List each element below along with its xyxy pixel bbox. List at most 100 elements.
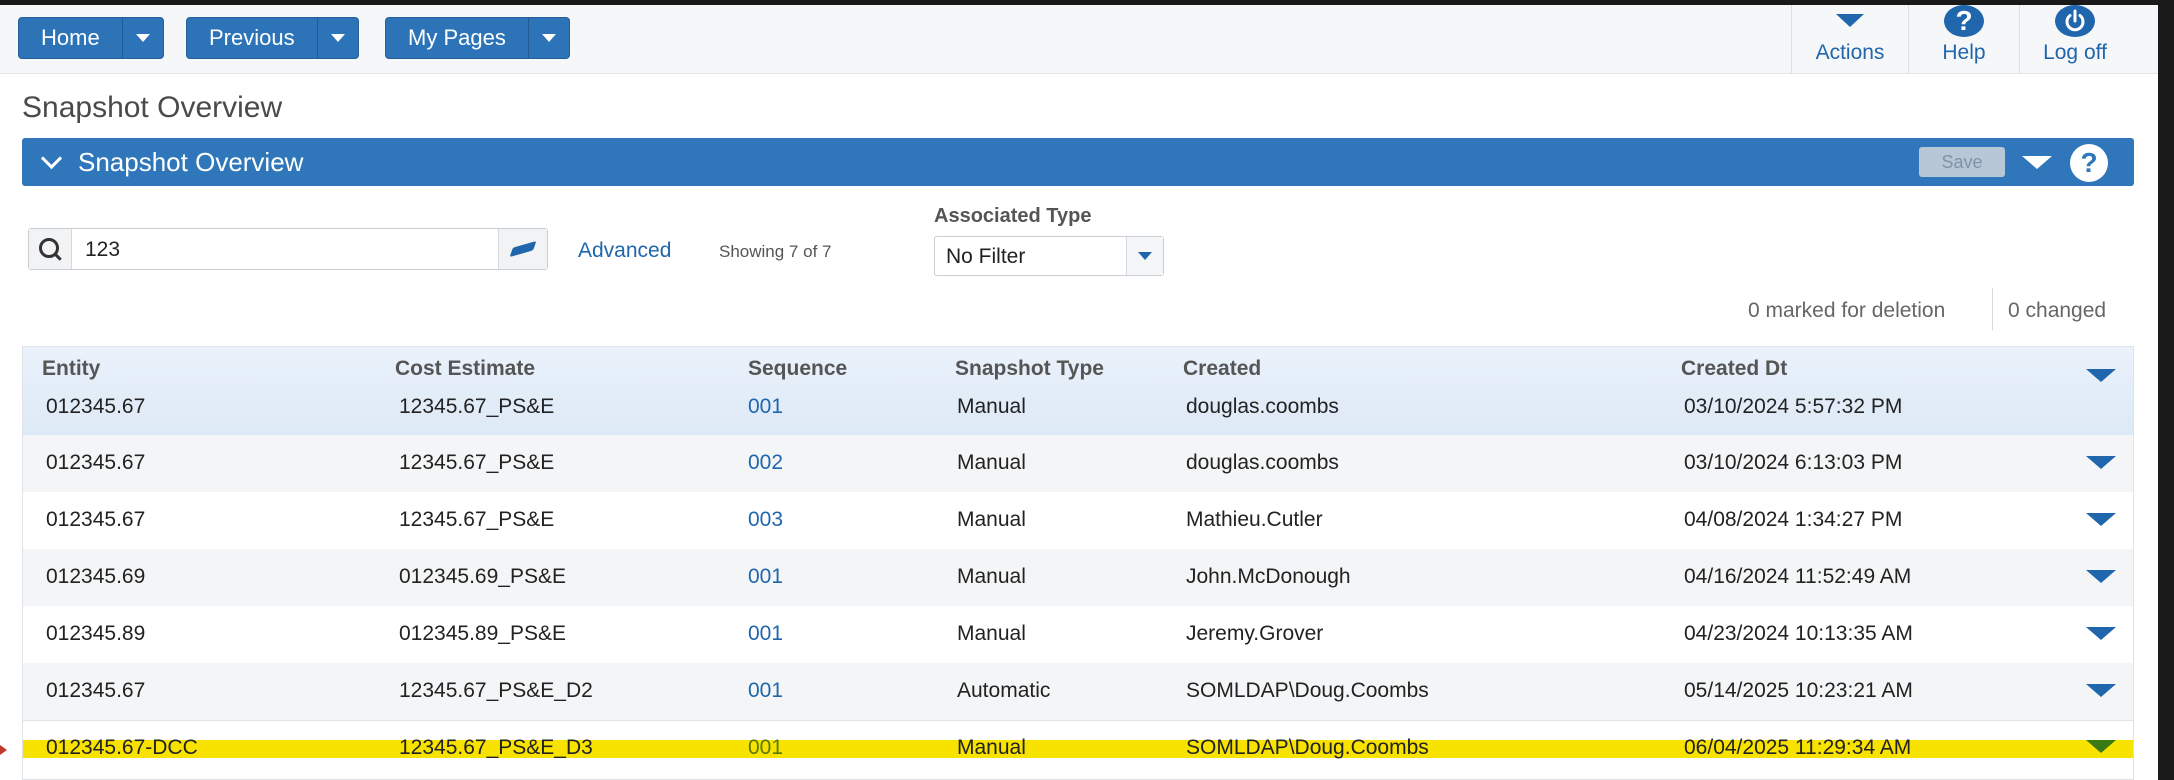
advanced-search-link[interactable]: Advanced	[578, 239, 671, 263]
cell-created-dt: 05/14/2025 10:23:21 AM	[1684, 679, 1913, 702]
cell-created-dt: 04/16/2024 11:52:49 AM	[1684, 565, 1912, 588]
row-menu-icon[interactable]	[2086, 740, 2116, 753]
table-row[interactable]: 012345.67 12345.67_PS&E_D2 001 Automatic…	[23, 663, 2133, 721]
actions-label: Actions	[1815, 41, 1885, 64]
section-title: Snapshot Overview	[78, 147, 304, 177]
associated-type-label: Associated Type	[934, 205, 1092, 227]
home-dropdown-button[interactable]	[123, 18, 163, 58]
chevron-down-icon	[541, 34, 556, 42]
sequence-link[interactable]: 001	[748, 736, 783, 760]
row-pointer-arrow-icon	[0, 745, 7, 755]
cell-created: SOMLDAP\Doug.Coombs	[1186, 679, 1429, 702]
sequence-link[interactable]: 003	[748, 508, 783, 532]
row-menu-icon[interactable]	[2086, 627, 2116, 640]
logoff-label: Log off	[2043, 41, 2107, 64]
cell-entity: 012345.67	[46, 451, 146, 474]
column-header-sequence[interactable]: Sequence	[748, 357, 847, 381]
cell-cost-estimate: 12345.67_PS&E	[399, 451, 555, 474]
collapse-chevron-icon[interactable]	[40, 147, 63, 170]
home-button-group: Home	[18, 17, 164, 59]
sequence-link[interactable]: 002	[748, 451, 783, 475]
home-button[interactable]: Home	[19, 18, 123, 58]
section-help-icon[interactable]: ?	[2070, 144, 2108, 182]
chevron-down-icon	[330, 34, 345, 42]
clear-search-icon[interactable]	[498, 229, 547, 269]
top-bar: Home Previous My Pages Actions ? Help Lo…	[0, 5, 2158, 74]
column-header-snapshot-type[interactable]: Snapshot Type	[955, 357, 1104, 381]
previous-dropdown-button[interactable]	[318, 18, 358, 58]
cell-created-dt: 04/08/2024 1:34:27 PM	[1684, 508, 1903, 531]
cell-cost-estimate: 012345.69_PS&E	[399, 565, 566, 588]
power-icon	[2055, 5, 2095, 37]
cell-created: douglas.coombs	[1186, 451, 1339, 474]
column-header-created[interactable]: Created	[1183, 357, 1261, 381]
page-title: Snapshot Overview	[22, 91, 283, 124]
cell-snapshot-type: Manual	[957, 565, 1026, 588]
associated-type-select[interactable]: No Filter	[934, 236, 1164, 276]
logoff-button[interactable]: Log off	[2020, 5, 2130, 73]
sequence-link[interactable]: 001	[748, 565, 783, 589]
help-label: Help	[1942, 41, 1986, 64]
cell-snapshot-type: Manual	[957, 736, 1026, 759]
my-pages-button[interactable]: My Pages	[386, 18, 529, 58]
cell-snapshot-type: Manual	[957, 508, 1026, 531]
cell-created-dt: 04/23/2024 10:13:35 AM	[1684, 622, 1913, 645]
row-menu-icon[interactable]	[2086, 684, 2116, 697]
table-row[interactable]: 012345.67 12345.67_PS&E 001 Manual dougl…	[23, 389, 2133, 436]
table-row[interactable]: 012345.67 12345.67_PS&E 003 Manual Mathi…	[23, 492, 2133, 550]
column-options-icon[interactable]	[2086, 369, 2116, 382]
cell-created: John.McDonough	[1186, 565, 1351, 588]
snapshot-table: Entity Cost Estimate Sequence Snapshot T…	[22, 346, 2134, 780]
save-button[interactable]: Save	[1919, 147, 2005, 177]
chevron-down-icon[interactable]	[1126, 237, 1163, 275]
search-input[interactable]: 123	[85, 238, 120, 262]
cell-snapshot-type: Manual	[957, 395, 1026, 418]
cell-entity: 012345.89	[46, 622, 146, 645]
marked-for-deletion-count: 0 marked for deletion	[1748, 299, 1946, 322]
power-icon-glyph	[2065, 9, 2085, 32]
column-header-cost-estimate[interactable]: Cost Estimate	[395, 357, 535, 381]
cell-snapshot-type: Automatic	[957, 679, 1051, 702]
column-header-entity[interactable]: Entity	[42, 357, 100, 381]
table-row[interactable]: 012345.89 012345.89_PS&E 001 Manual Jere…	[23, 606, 2133, 664]
section-header: Snapshot Overview Save ?	[22, 138, 2134, 186]
cell-cost-estimate: 12345.67_PS&E_D2	[399, 679, 593, 702]
table-row[interactable]: 012345.69 012345.69_PS&E 001 Manual John…	[23, 549, 2133, 607]
cell-created: Jeremy.Grover	[1186, 622, 1324, 645]
cell-entity: 012345.67	[46, 679, 146, 702]
cell-entity: 012345.67	[46, 508, 146, 531]
sequence-link[interactable]: 001	[748, 679, 783, 703]
column-header-created-dt[interactable]: Created Dt	[1681, 357, 1787, 381]
sequence-link[interactable]: 001	[748, 622, 783, 646]
help-icon: ?	[1944, 5, 1984, 37]
previous-button-group: Previous	[186, 17, 359, 59]
actions-button[interactable]: Actions	[1792, 5, 1908, 73]
row-menu-icon[interactable]	[2086, 456, 2116, 469]
cell-snapshot-type: Manual	[957, 622, 1026, 645]
chevron-down-icon	[135, 34, 150, 42]
cell-cost-estimate: 12345.67_PS&E	[399, 508, 555, 531]
cell-entity: 012345.67-DCC	[46, 736, 198, 759]
chevron-down-icon	[1836, 14, 1864, 27]
table-row-highlighted[interactable]: 012345.67-DCC 12345.67_PS&E_D3 001 Manua…	[23, 736, 2133, 759]
associated-type-value: No Filter	[946, 245, 1026, 268]
my-pages-dropdown-button[interactable]	[529, 18, 569, 58]
previous-button[interactable]: Previous	[187, 18, 318, 58]
row-menu-icon[interactable]	[2086, 513, 2116, 526]
cell-cost-estimate: 12345.67_PS&E	[399, 395, 555, 418]
row-menu-icon[interactable]	[2086, 570, 2116, 583]
help-button[interactable]: ? Help	[1909, 5, 2019, 73]
sequence-link[interactable]: 001	[748, 395, 783, 419]
cell-created-dt: 03/10/2024 6:13:03 PM	[1684, 451, 1903, 474]
search-field[interactable]: 123	[28, 228, 548, 270]
section-menu-icon[interactable]	[2022, 156, 2052, 169]
cell-created: SOMLDAP\Doug.Coombs	[1186, 736, 1429, 759]
cell-created-dt: 03/10/2024 5:57:32 PM	[1684, 395, 1903, 418]
search-icon[interactable]	[29, 229, 72, 269]
cell-created: douglas.coombs	[1186, 395, 1339, 418]
table-row[interactable]: 012345.67 12345.67_PS&E 002 Manual dougl…	[23, 435, 2133, 493]
cell-snapshot-type: Manual	[957, 451, 1026, 474]
counts-divider	[1992, 288, 1993, 330]
my-pages-button-group: My Pages	[385, 17, 570, 59]
changed-count: 0 changed	[2008, 299, 2107, 322]
